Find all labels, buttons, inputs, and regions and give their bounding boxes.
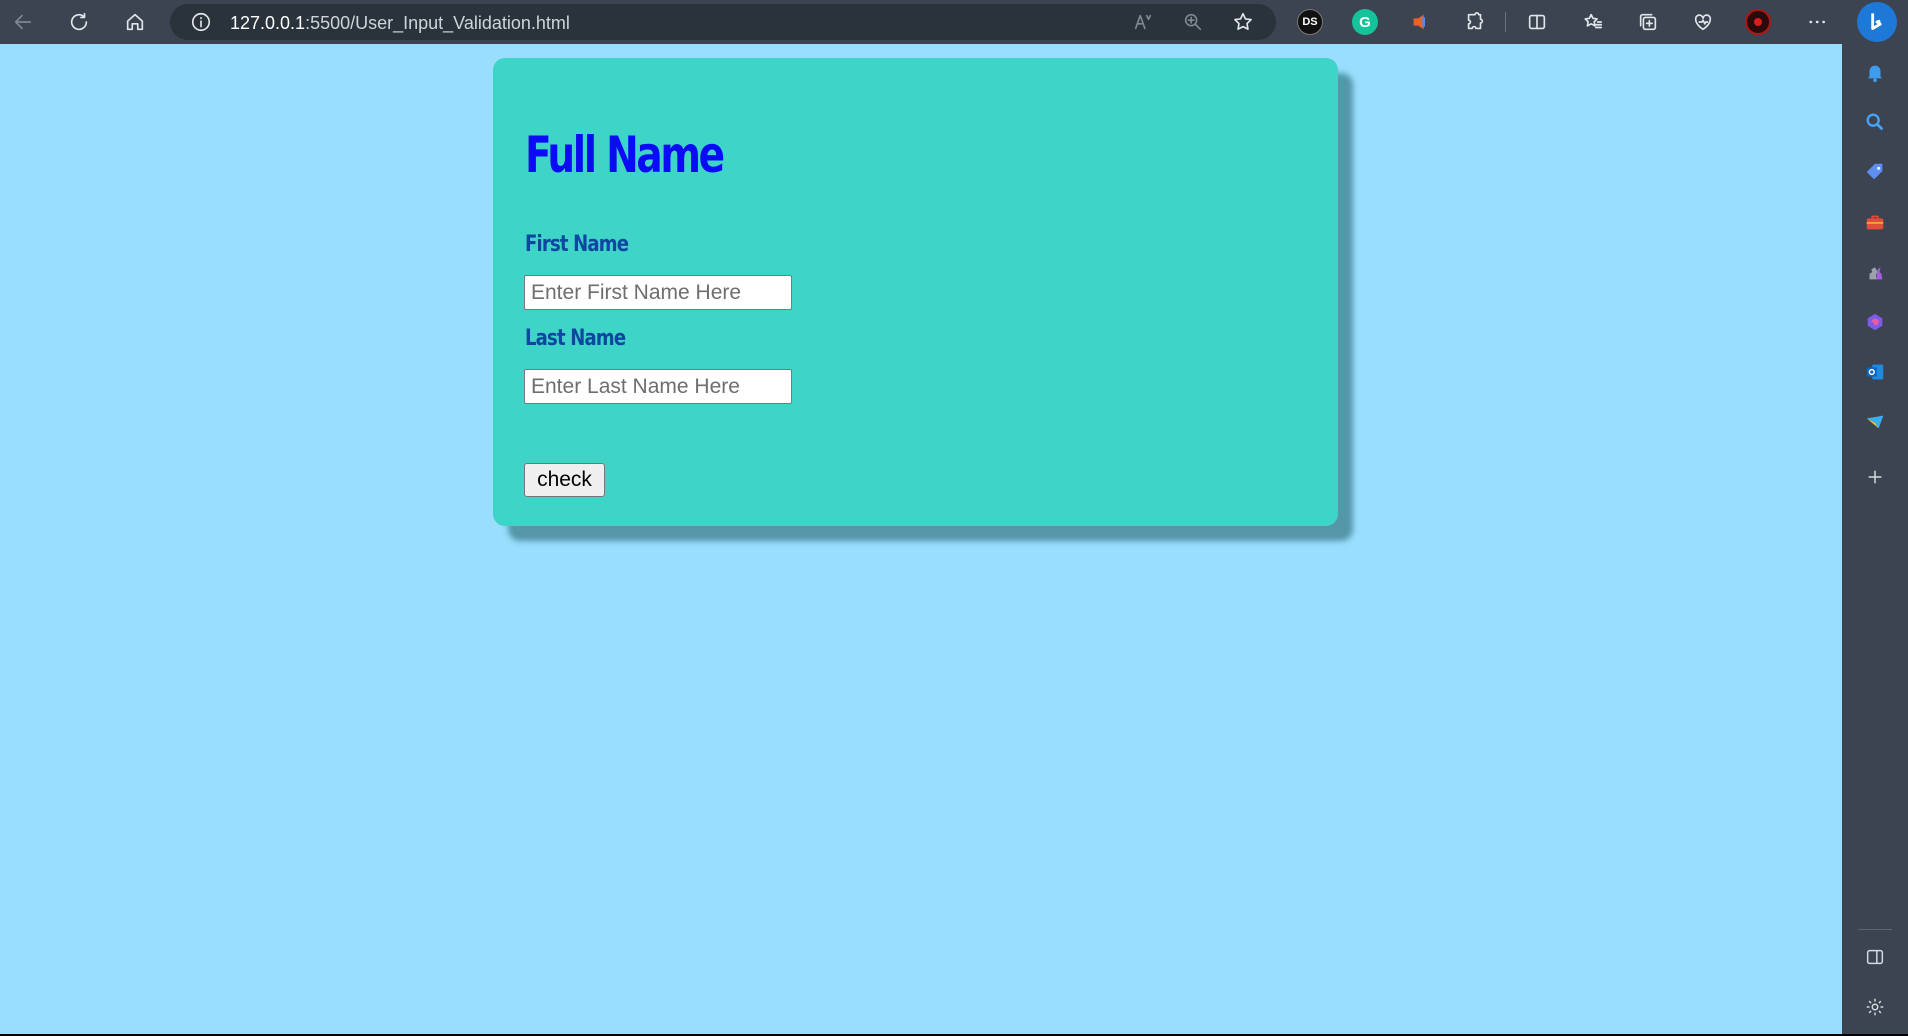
games-chess-icon[interactable] bbox=[1860, 257, 1890, 287]
add-sidebar-app-icon[interactable] bbox=[1860, 462, 1890, 492]
more-options-icon[interactable] bbox=[1802, 7, 1832, 37]
sidebar-divider bbox=[1858, 929, 1892, 930]
url-path: :5500/User_Input_Validation.html bbox=[305, 13, 570, 33]
ds-extension-icon[interactable]: DS bbox=[1297, 9, 1323, 35]
tools-briefcase-icon[interactable] bbox=[1860, 207, 1890, 237]
site-info-icon[interactable] bbox=[186, 7, 216, 37]
sidebar-settings-gear-icon[interactable] bbox=[1860, 992, 1890, 1022]
browser-toolbar: 127.0.0.1:5500/User_Input_Validation.htm… bbox=[0, 0, 1908, 44]
url-host: 127.0.0.1 bbox=[230, 13, 306, 33]
first-name-input[interactable] bbox=[524, 275, 792, 310]
browser-sidebar bbox=[1842, 44, 1908, 1034]
address-bar[interactable]: 127.0.0.1:5500/User_Input_Validation.htm… bbox=[170, 4, 1276, 40]
drop-send-icon[interactable] bbox=[1860, 407, 1890, 437]
extensions-puzzle-icon[interactable] bbox=[1460, 7, 1490, 37]
profile-avatar[interactable] bbox=[1745, 9, 1771, 35]
page-viewport: Full Name First Name Last Name check bbox=[0, 44, 1842, 1034]
zoom-icon[interactable] bbox=[1178, 7, 1208, 37]
notification-bell-icon[interactable] bbox=[1860, 57, 1890, 87]
refresh-icon[interactable] bbox=[64, 7, 94, 37]
hide-sidebar-icon[interactable] bbox=[1860, 942, 1890, 972]
home-icon[interactable] bbox=[120, 7, 150, 37]
first-name-label: First Name bbox=[525, 232, 629, 257]
collections-icon[interactable] bbox=[1633, 7, 1663, 37]
shopping-tag-icon[interactable] bbox=[1860, 157, 1890, 187]
toolbar-divider bbox=[1505, 12, 1506, 32]
check-button[interactable]: check bbox=[524, 463, 605, 497]
favorite-star-icon[interactable] bbox=[1228, 7, 1258, 37]
url-text[interactable]: 127.0.0.1:5500/User_Input_Validation.htm… bbox=[230, 13, 570, 34]
last-name-input[interactable] bbox=[524, 369, 792, 404]
browser-essentials-icon[interactable] bbox=[1688, 7, 1718, 37]
read-aloud-icon[interactable] bbox=[1128, 7, 1158, 37]
microsoft-365-icon[interactable] bbox=[1860, 307, 1890, 337]
grammarly-extension-icon[interactable]: G bbox=[1352, 9, 1378, 35]
full-name-form-card: Full Name First Name Last Name check bbox=[493, 58, 1338, 526]
form-title: Full Name bbox=[525, 126, 725, 184]
ds-extension-label: DS bbox=[1302, 16, 1318, 28]
bing-copilot-icon[interactable] bbox=[1857, 2, 1897, 42]
search-icon[interactable] bbox=[1860, 107, 1890, 137]
media-extension-icon[interactable] bbox=[1405, 7, 1435, 37]
outlook-icon[interactable] bbox=[1860, 357, 1890, 387]
split-screen-icon[interactable] bbox=[1522, 7, 1552, 37]
last-name-label: Last Name bbox=[525, 326, 626, 351]
favorites-icon[interactable] bbox=[1578, 7, 1608, 37]
grammarly-extension-label: G bbox=[1359, 13, 1371, 31]
back-icon[interactable] bbox=[8, 7, 38, 37]
